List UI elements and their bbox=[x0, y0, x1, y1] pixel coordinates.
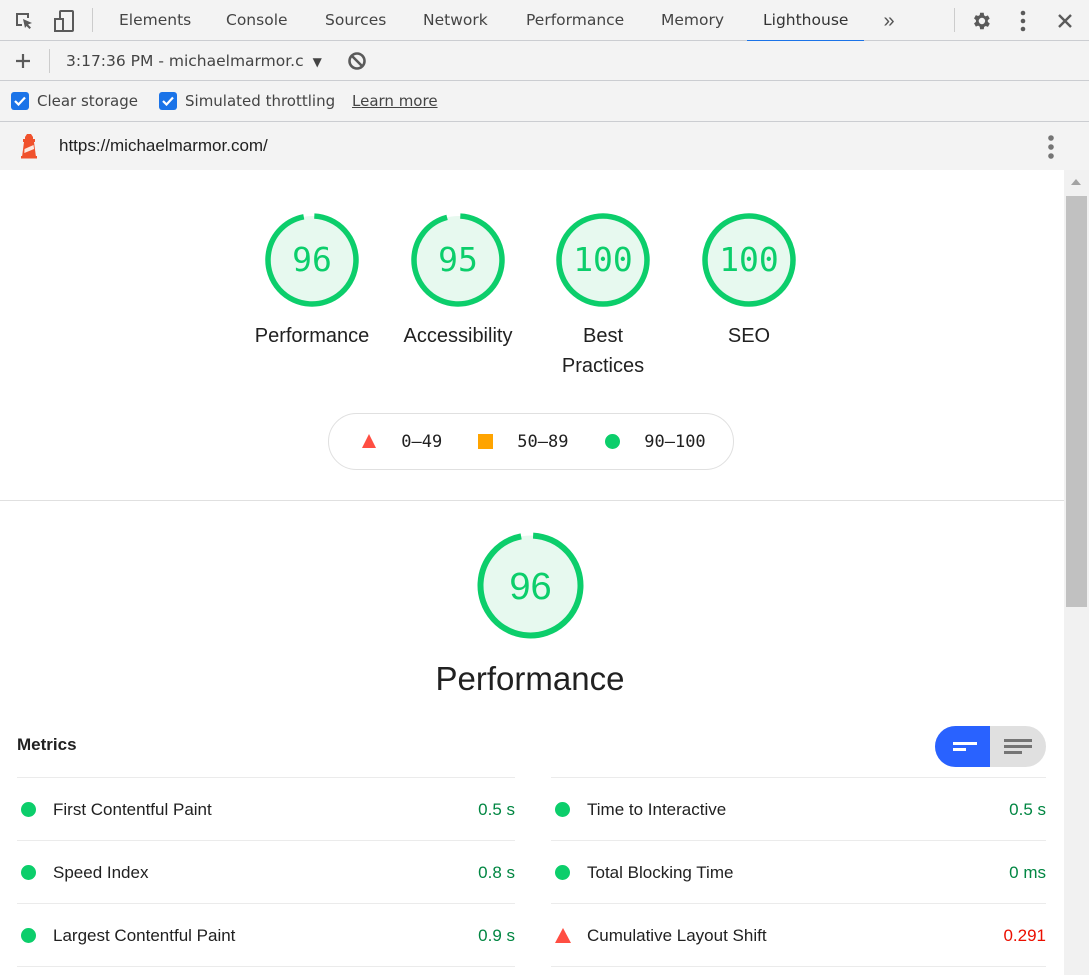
gauge-label: Performance bbox=[254, 325, 370, 347]
vertical-scrollbar[interactable] bbox=[1064, 170, 1089, 975]
square-icon bbox=[478, 434, 493, 449]
tab-elements[interactable]: Elements bbox=[119, 0, 191, 41]
metric-row[interactable]: Cumulative Layout Shift 0.291 bbox=[551, 904, 1046, 967]
metric-value: 0.9 s bbox=[478, 926, 515, 945]
plus-icon[interactable] bbox=[10, 48, 36, 74]
options-bar: Clear storage Simulated throttling Learn… bbox=[0, 81, 1089, 122]
tab-performance[interactable]: Performance bbox=[526, 0, 624, 41]
gauge-score: 100 bbox=[719, 240, 779, 279]
scroll-up-arrow-icon bbox=[1071, 179, 1081, 185]
tab-memory[interactable]: Memory bbox=[661, 0, 724, 41]
pass-circle-icon bbox=[21, 928, 36, 943]
metric-label: Cumulative Layout Shift bbox=[587, 926, 767, 945]
legend-item-pass: 90–100 bbox=[605, 414, 706, 471]
metric-label: Total Blocking Time bbox=[587, 863, 734, 882]
gauge-seo[interactable]: 100 SEO bbox=[676, 211, 822, 351]
pass-circle-icon bbox=[21, 802, 36, 817]
fail-triangle-icon bbox=[555, 928, 571, 943]
report-url-bar: https://michaelmarmor.com/ bbox=[0, 122, 1089, 170]
gear-icon[interactable] bbox=[968, 8, 994, 34]
gauge-label: Accessibility bbox=[403, 325, 513, 347]
toolbar-divider bbox=[92, 8, 93, 32]
toolbar-divider bbox=[49, 49, 50, 73]
tab-console[interactable]: Console bbox=[226, 0, 288, 41]
gauge-score: 100 bbox=[573, 240, 633, 279]
tab-lighthouse[interactable]: Lighthouse bbox=[746, 0, 865, 42]
lighthouse-icon bbox=[18, 133, 40, 164]
metric-value: 0.5 s bbox=[478, 800, 515, 819]
scrollbar-thumb[interactable] bbox=[1066, 196, 1087, 607]
toggle-expanded-view[interactable] bbox=[990, 726, 1046, 767]
toolbar-divider bbox=[954, 8, 955, 32]
gauge-score: 95 bbox=[438, 240, 478, 279]
metric-value: 0 ms bbox=[1009, 863, 1046, 882]
metric-value: 0.291 bbox=[1003, 926, 1046, 945]
metric-row[interactable]: Total Blocking Time 0 ms bbox=[551, 841, 1046, 904]
gauge-ring: 100 bbox=[702, 213, 796, 307]
gauge-performance[interactable]: 96 Performance bbox=[239, 211, 385, 351]
close-icon[interactable] bbox=[1052, 8, 1078, 34]
tab-sources[interactable]: Sources bbox=[325, 0, 386, 41]
metric-label: Time to Interactive bbox=[587, 800, 727, 819]
metric-row[interactable]: Largest Contentful Paint 0.9 s bbox=[17, 904, 515, 967]
metrics-view-toggle[interactable] bbox=[935, 726, 1046, 767]
dropdown-arrow-icon: ▼ bbox=[312, 55, 322, 69]
legend-item-fail: 0–49 bbox=[361, 414, 442, 471]
metric-value: 0.8 s bbox=[478, 863, 515, 882]
clear-storage-label[interactable]: Clear storage bbox=[37, 81, 138, 122]
gauge-ring: 95 bbox=[411, 213, 505, 307]
inspect-element-icon[interactable] bbox=[11, 8, 37, 34]
kebab-menu-icon[interactable] bbox=[1045, 134, 1057, 165]
simulated-throttling-label[interactable]: Simulated throttling bbox=[185, 81, 335, 122]
metrics-heading: Metrics bbox=[17, 735, 77, 754]
pass-circle-icon bbox=[555, 865, 570, 880]
gauge-score: 96 bbox=[509, 566, 551, 608]
legend-range: 50–89 bbox=[517, 432, 569, 452]
report-select-value: 3:17:36 PM - michaelmarmor.c bbox=[66, 52, 304, 70]
triangle-icon bbox=[362, 434, 376, 448]
score-legend: 0–49 50–89 90–100 bbox=[328, 413, 734, 470]
report-url[interactable]: https://michaelmarmor.com/ bbox=[59, 122, 268, 170]
block-icon[interactable] bbox=[344, 48, 370, 74]
report-toolbar: 3:17:36 PM - michaelmarmor.c ▼ bbox=[0, 41, 1089, 81]
category-title: Performance bbox=[435, 660, 625, 697]
metric-value: 0.5 s bbox=[1009, 800, 1046, 819]
kebab-menu-icon[interactable] bbox=[1010, 8, 1036, 34]
legend-range: 0–49 bbox=[401, 432, 443, 452]
pass-circle-icon bbox=[21, 865, 36, 880]
gauge-ring: 96 bbox=[477, 532, 584, 639]
gauge-ring: 100 bbox=[556, 213, 650, 307]
double-chevron-right-icon[interactable]: » bbox=[876, 8, 902, 34]
learn-more-link[interactable]: Learn more bbox=[352, 81, 438, 122]
pass-circle-icon bbox=[555, 802, 570, 817]
clear-storage-checkbox[interactable] bbox=[11, 92, 29, 110]
metric-label: Speed Index bbox=[53, 863, 149, 882]
metric-label: First Contentful Paint bbox=[53, 800, 212, 819]
gauge-label: SEO bbox=[727, 325, 771, 347]
tab-network[interactable]: Network bbox=[423, 0, 488, 41]
gauge-best-practices[interactable]: 100 Best Practices bbox=[530, 211, 676, 381]
gauge-accessibility[interactable]: 95 Accessibility bbox=[385, 211, 531, 351]
gauge-score: 96 bbox=[292, 240, 332, 279]
devtools-tabbar: Elements Console Sources Network Perform… bbox=[0, 0, 1089, 42]
circle-icon bbox=[605, 434, 620, 449]
metric-row[interactable]: Speed Index 0.8 s bbox=[17, 841, 515, 904]
gauge-label: Best Practices bbox=[561, 325, 645, 377]
metric-row[interactable]: First Contentful Paint 0.5 s bbox=[17, 778, 515, 841]
metric-label: Largest Contentful Paint bbox=[53, 926, 236, 945]
category-gauge-performance[interactable]: 96 bbox=[476, 531, 585, 645]
section-divider bbox=[0, 500, 1064, 501]
legend-range: 90–100 bbox=[644, 432, 706, 452]
gauge-ring: 96 bbox=[265, 213, 359, 307]
long-lines-icon bbox=[1004, 739, 1032, 754]
legend-item-average: 50–89 bbox=[478, 414, 568, 471]
device-toolbar-icon[interactable] bbox=[51, 8, 77, 34]
toggle-compact-view[interactable] bbox=[935, 726, 990, 767]
metric-row[interactable]: Time to Interactive 0.5 s bbox=[551, 778, 1046, 841]
simulated-throttling-checkbox[interactable] bbox=[159, 92, 177, 110]
short-lines-icon bbox=[953, 742, 977, 751]
report-content: 96 Performance 95 Accessibility 100 Best… bbox=[0, 170, 1064, 975]
report-select[interactable]: 3:17:36 PM - michaelmarmor.c ▼ bbox=[66, 41, 322, 82]
